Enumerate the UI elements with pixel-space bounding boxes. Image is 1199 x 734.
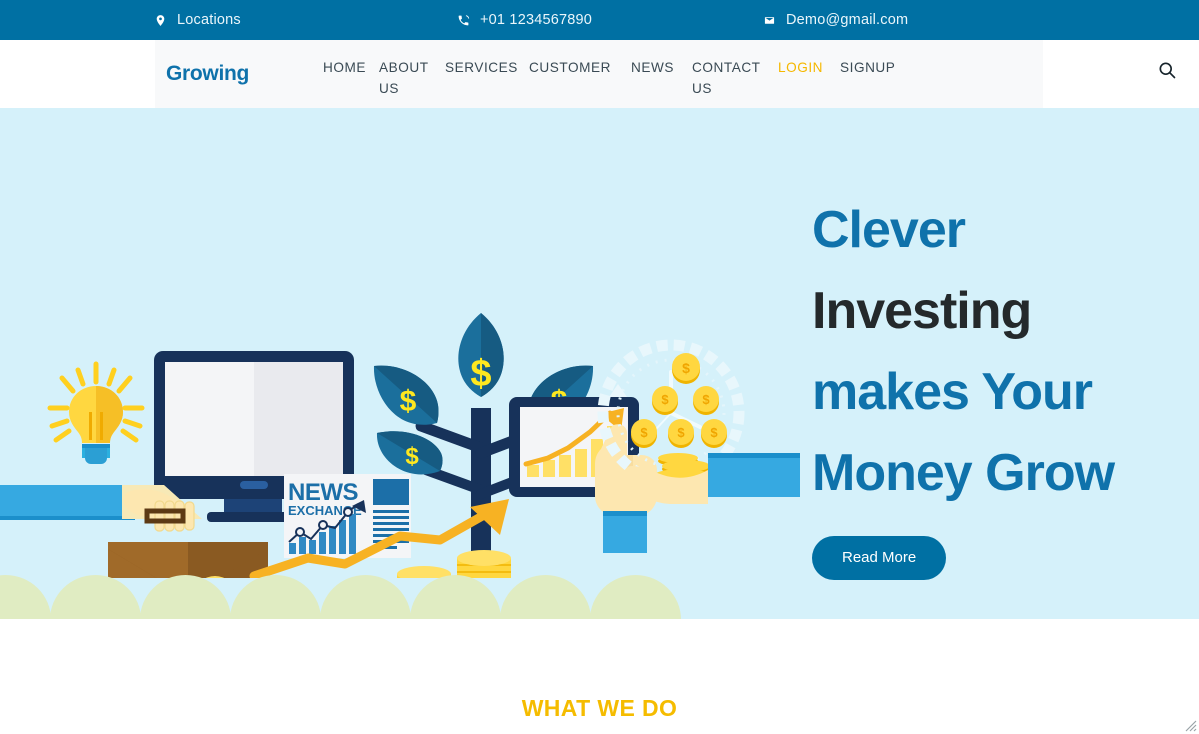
svg-text:$: $ [710, 425, 718, 440]
hero-banner: $ NEWS EXCHANGE [0, 108, 1199, 619]
svg-text:$: $ [470, 353, 491, 395]
bump-shape [410, 575, 501, 619]
bump-shape [230, 575, 321, 619]
nav-item-services[interactable]: SERVICES [445, 57, 517, 78]
bump-shape [500, 575, 591, 619]
bump-shape [0, 575, 51, 619]
headline-line-3: makes Your [812, 363, 1093, 421]
what-we-do-section: WHAT WE DO [0, 619, 1199, 734]
topbar-phone[interactable]: +01 1234567890 [456, 12, 592, 28]
search-icon[interactable] [1157, 60, 1177, 80]
top-contact-bar: Locations +01 1234567890 Demo@gmail.com [0, 0, 1199, 40]
headline-line-2: Investing [812, 282, 1032, 340]
phone-icon [456, 13, 470, 27]
resize-grip-icon[interactable] [1183, 718, 1197, 732]
nav-item-customer[interactable]: CUSTOMER [529, 57, 617, 78]
svg-text:$: $ [682, 360, 690, 376]
hero-copy: Clever Investing makes Your Money Grow R… [812, 190, 1182, 580]
nav-item-about-us[interactable]: ABOUT US [379, 57, 431, 99]
investment-growth-illustration: $ NEWS EXCHANGE [0, 313, 800, 578]
nav-item-contact-us[interactable]: CONTACT US [692, 57, 764, 99]
svg-text:$: $ [661, 392, 669, 407]
topbar-locations[interactable]: Locations [153, 12, 241, 28]
navbar: Growing HOME ABOUT US SERVICES CUSTOMER … [155, 40, 1176, 108]
nav-item-login[interactable]: LOGIN [778, 57, 826, 78]
read-more-button[interactable]: Read More [812, 536, 947, 580]
svg-text:$: $ [702, 392, 710, 407]
topbar-phone-label: +01 1234567890 [480, 12, 593, 28]
bump-shape [50, 575, 141, 619]
site-logo[interactable]: Growing [166, 62, 249, 86]
headline-line-4: Money Grow [812, 444, 1115, 502]
svg-text:$: $ [405, 443, 419, 470]
svg-text:$: $ [640, 425, 648, 440]
bump-shape [590, 575, 681, 619]
bump-shape [140, 575, 231, 619]
svg-text:$: $ [400, 385, 417, 418]
headline-line-1: Clever [812, 201, 966, 259]
envelope-icon [762, 13, 776, 27]
map-pin-icon [153, 13, 167, 27]
header: Growing HOME ABOUT US SERVICES CUSTOMER … [0, 40, 1199, 108]
topbar-email-label: Demo@gmail.com [786, 12, 909, 28]
svg-text:NEWS: NEWS [288, 479, 358, 506]
topbar-email[interactable]: Demo@gmail.com [762, 12, 908, 28]
svg-text:$: $ [677, 425, 685, 440]
bump-shape [320, 575, 411, 619]
section-title: WHAT WE DO [521, 695, 678, 721]
hero-headline: Clever Investing makes Your Money Grow [812, 190, 1182, 514]
topbar-locations-label: Locations [177, 12, 241, 28]
hero-bottom-decoration [0, 575, 681, 619]
main-menu: HOME ABOUT US SERVICES CUSTOMER NEWS CON… [323, 57, 917, 99]
nav-item-signup[interactable]: SIGNUP [840, 57, 903, 78]
nav-item-home[interactable]: HOME [323, 57, 365, 78]
nav-item-news[interactable]: NEWS [631, 57, 678, 78]
